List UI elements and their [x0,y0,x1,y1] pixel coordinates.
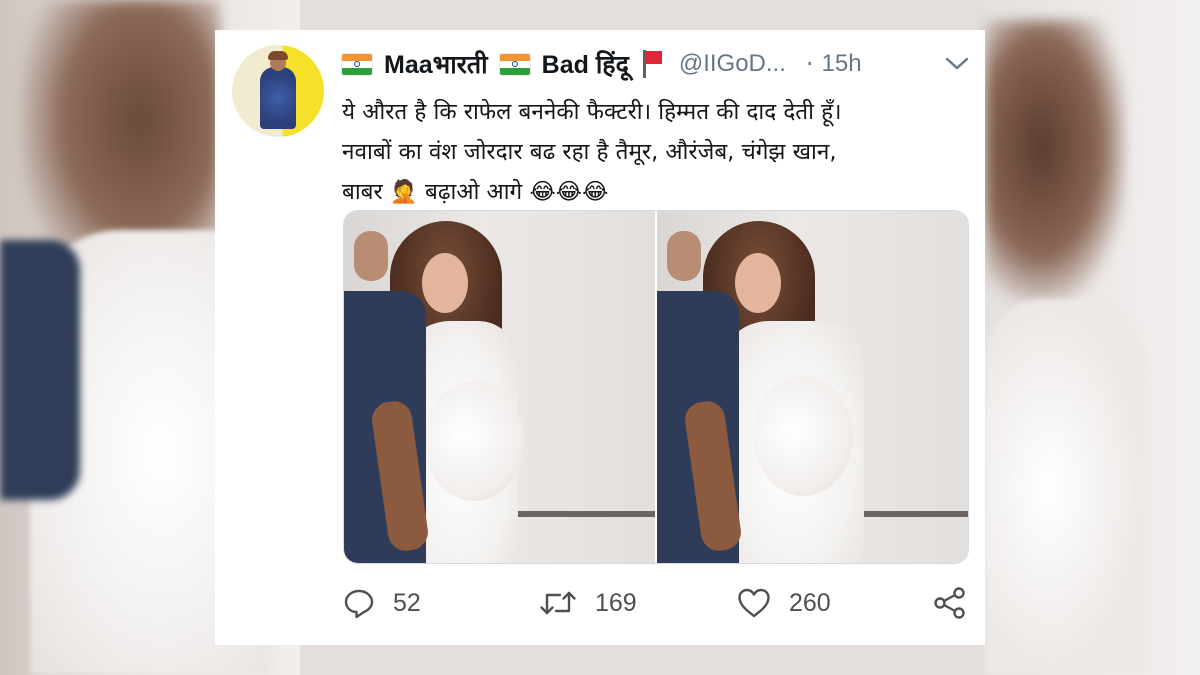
display-name-part2: Bad हिंदू [541,51,629,79]
timestamp[interactable]: 15h [822,50,862,78]
tweet-text-line: बाबर 🤦 बढ़ाओ आगे 😂😂😂 [342,179,609,205]
media-photo-right[interactable] [655,211,968,563]
share-button[interactable] [932,583,968,623]
share-icon [932,585,968,621]
india-flag-icon [342,53,372,75]
retweet-icon [538,586,578,620]
background-right-photo [985,0,1200,675]
tweet-card: Maaभारती Bad हिंदू @IIGoD... · 15h ये और… [215,30,985,645]
tweet-text-line: ये औरत है कि राफेल बननेकी फैक्टरी। हिम्म… [342,99,842,125]
like-button[interactable]: 260 [736,583,831,623]
user-handle[interactable]: @IIGoD... [679,50,786,78]
profile-avatar[interactable] [232,45,324,137]
red-flag-icon [641,50,663,78]
like-count: 260 [789,588,831,617]
tweet-media[interactable] [343,210,969,564]
reply-button[interactable]: 52 [342,583,421,623]
tweet-text-line: नवाबों का वंश जोरदार बढ रहा है तैमूर, और… [342,139,837,165]
retweet-count: 169 [595,588,637,617]
heart-icon [736,586,772,620]
media-photo-left[interactable] [344,211,655,563]
separator-dot: · [805,50,814,78]
display-name[interactable]: Maaभारती Bad हिंदू [342,47,663,81]
tweet-text: ये औरत है कि राफेल बननेकी फैक्टरी। हिम्म… [342,92,962,212]
india-flag-icon [499,53,530,75]
tweet-actions: 52 169 260 [342,583,972,623]
tweet-header: Maaभारती Bad हिंदू @IIGoD... · 15h [342,47,972,81]
chevron-down-icon[interactable] [942,49,972,79]
retweet-button[interactable]: 169 [538,583,637,623]
display-name-part1: Maaभारती [384,51,488,79]
reply-count: 52 [393,588,421,617]
reply-icon [342,586,376,620]
